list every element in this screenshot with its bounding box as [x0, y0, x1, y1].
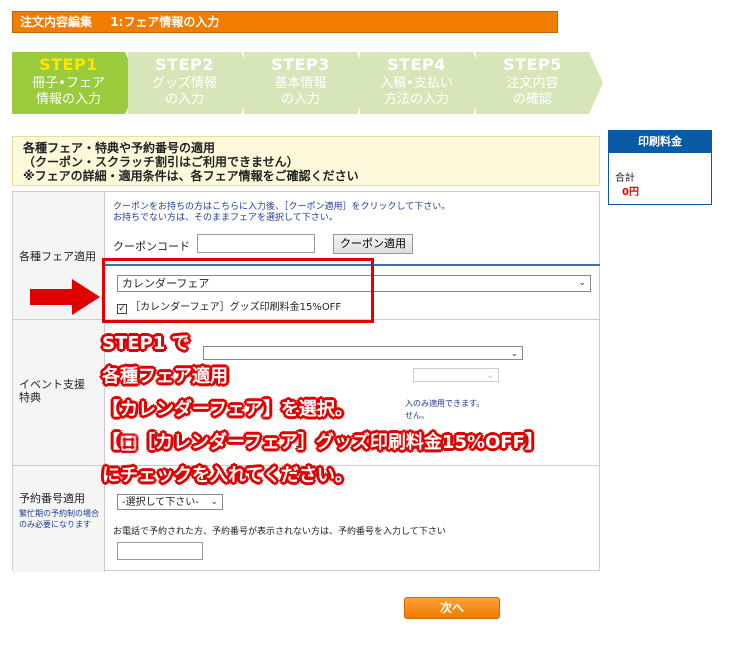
reservation-number-input[interactable] — [117, 542, 203, 560]
page-title: 注文内容編集 — [20, 15, 93, 29]
notice-line-3: ※フェアの詳細・適用条件は、各フェア情報をご確認ください — [23, 169, 359, 183]
step-number: STEP5 — [503, 55, 562, 74]
reservation-label: 予約番号適用 繁忙期の予約制の場合のみ必要になります — [13, 466, 105, 572]
event-sub-select[interactable]: ⌄ — [413, 368, 499, 382]
page-subtitle: 1:フェア情報の入力 — [110, 15, 220, 29]
step-1[interactable]: STEP1 冊子•フェア 情報の入力 — [12, 52, 139, 114]
reservation-select[interactable]: -選択して下さい- ⌄ — [117, 494, 223, 510]
event-note-1: 入のみ適用できます。 — [405, 399, 485, 408]
reservation-note: 繁忙期の予約制の場合のみ必要になります — [19, 509, 99, 529]
instruction-line-3: 【カレンダーフェア】を選択。 — [102, 399, 353, 420]
chevron-down-icon: ⌄ — [210, 497, 218, 507]
event-label: イベント支援 特典 — [13, 320, 105, 465]
step-4[interactable]: STEP4 入稿•支払い 方法の入力 — [360, 52, 487, 114]
step-label: 注文内容 の確認 — [506, 76, 559, 107]
step-label: 入稿•支払い 方法の入力 — [380, 76, 453, 107]
fair-notice: 各種フェア・特典や予約番号の適用 （クーポン・スクラッチ割引はご利用できません）… — [12, 136, 600, 186]
chevron-down-icon: ⌄ — [510, 349, 518, 359]
reservation-help: お電話で予約された方、予約番号が表示されない方は、予約番号を入力して下さい — [113, 527, 446, 537]
instruction-line-5: にチェックを入れてください。 — [102, 465, 353, 486]
chevron-down-icon: ⌄ — [578, 278, 586, 288]
coupon-code-input[interactable] — [197, 234, 315, 253]
event-select[interactable]: ⌄ — [203, 346, 523, 360]
step-3[interactable]: STEP3 基本情報 の入力 — [244, 52, 371, 114]
coupon-code-label: クーポンコード — [113, 240, 190, 253]
page-header: 注文内容編集 1:フェア情報の入力 — [12, 11, 558, 33]
coupon-help-1: クーポンをお持ちの方はこちらに入力後、［クーポン適用］をクリックして下さい。 — [113, 202, 451, 212]
step-number: STEP2 — [155, 55, 214, 74]
notice-line-2: （クーポン・スクラッチ割引はご利用できません） — [23, 155, 299, 169]
price-panel: 印刷料金 合計 0円 — [608, 130, 712, 205]
instruction-line-2: 各種フェア適用 — [102, 366, 228, 387]
coupon-apply-button[interactable]: クーポン適用 — [333, 234, 413, 254]
step-number: STEP4 — [387, 55, 446, 74]
notice-line-1: 各種フェア・特典や予約番号の適用 — [23, 141, 216, 155]
step-5[interactable]: STEP5 注文内容 の確認 — [476, 52, 603, 114]
step-label: グッズ情報 の入力 — [151, 76, 217, 107]
instruction-line-1: STEP1 で — [102, 333, 190, 354]
event-note-2: せん。 — [405, 411, 429, 420]
step-number: STEP1 — [39, 55, 98, 74]
next-button[interactable]: 次へ — [404, 597, 500, 619]
step-number: STEP3 — [271, 55, 330, 74]
total-value: 0円 — [622, 187, 639, 198]
price-panel-header: 印刷料金 — [609, 131, 711, 153]
coupon-help-2: お持ちでない方は、そのままフェアを選択して下さい。 — [113, 213, 338, 223]
step-label: 基本情報 の入力 — [274, 76, 327, 107]
chevron-down-icon: ⌄ — [486, 371, 494, 381]
arrow-right-icon — [30, 279, 100, 315]
highlight-box — [102, 258, 374, 323]
fair-form: 各種フェア適用 クーポンをお持ちの方はこちらに入力後、［クーポン適用］をクリック… — [12, 191, 600, 572]
step-2[interactable]: STEP2 グッズ情報 の入力 — [128, 52, 255, 114]
step-label: 冊子•フェア 情報の入力 — [32, 76, 105, 107]
instruction-line-4: 【□［カレンダーフェア］グッズ印刷料金15%OFF】 — [102, 432, 543, 453]
